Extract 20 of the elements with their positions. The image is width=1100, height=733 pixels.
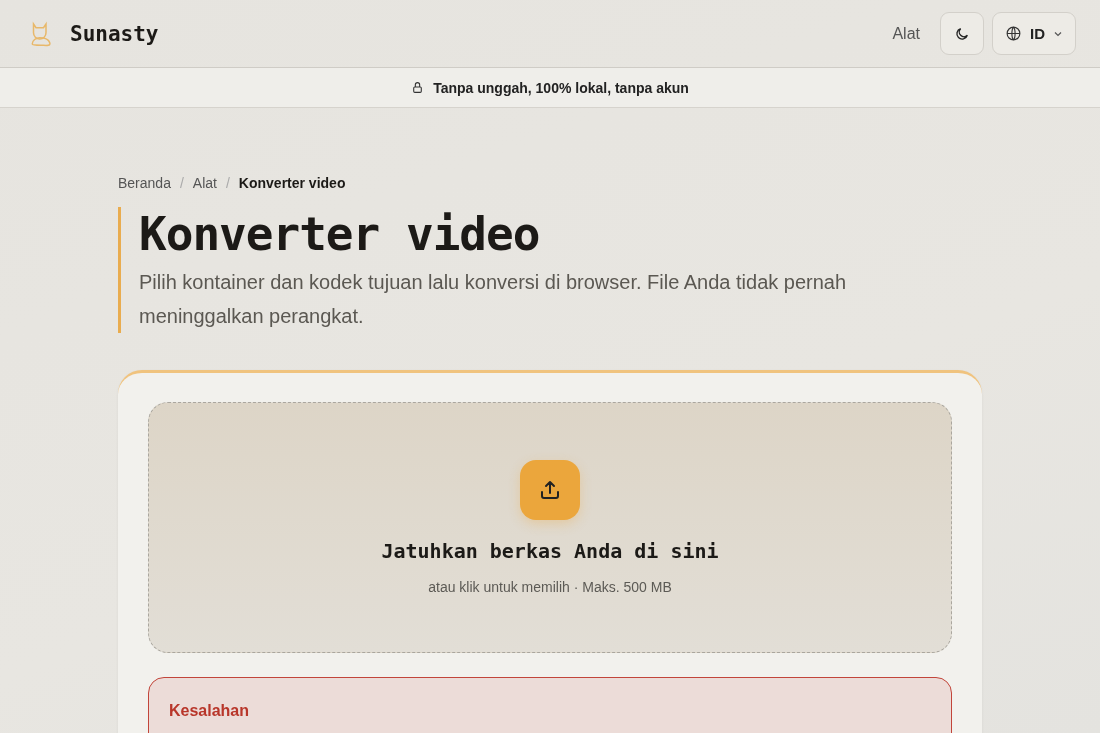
language-button[interactable]: ID bbox=[992, 12, 1076, 55]
breadcrumb-separator: / bbox=[225, 175, 230, 191]
tools-link[interactable]: Alat bbox=[892, 24, 920, 43]
dropzone-title: Jatuhkan berkas Anda di sini bbox=[381, 539, 719, 563]
breadcrumb-link[interactable]: Alat bbox=[192, 175, 217, 191]
error-title: Kesalahan bbox=[169, 702, 251, 720]
breadcrumb-separator: / bbox=[179, 175, 184, 191]
current-page-label: Konverter video bbox=[238, 175, 346, 191]
moon-icon bbox=[954, 25, 970, 42]
brand-name[interactable]: Sunasty bbox=[70, 21, 159, 46]
breadcrumb-link[interactable]: Beranda bbox=[118, 175, 171, 191]
file-dropzone[interactable]: Jatuhkan berkas Anda di sini atau klik untuk memilih · Maks. 500 MB bbox=[148, 402, 952, 653]
globe-icon bbox=[1005, 25, 1022, 42]
dropzone-hint: atau klik untuk memilih · Maks. 500 MB bbox=[428, 579, 672, 595]
upload-icon bbox=[520, 460, 580, 520]
banner-text: Tanpa unggah, 100% lokal, tanpa akun bbox=[433, 79, 689, 96]
lock-icon bbox=[411, 81, 425, 94]
page-title: Konverter video bbox=[139, 207, 541, 261]
theme-toggle-button[interactable] bbox=[940, 12, 984, 55]
page-description: Pilih kontainer dan kodek tujuan lalu konversi di browser. File Anda tidak pernah meninggalkan perangkat. bbox=[139, 270, 848, 329]
